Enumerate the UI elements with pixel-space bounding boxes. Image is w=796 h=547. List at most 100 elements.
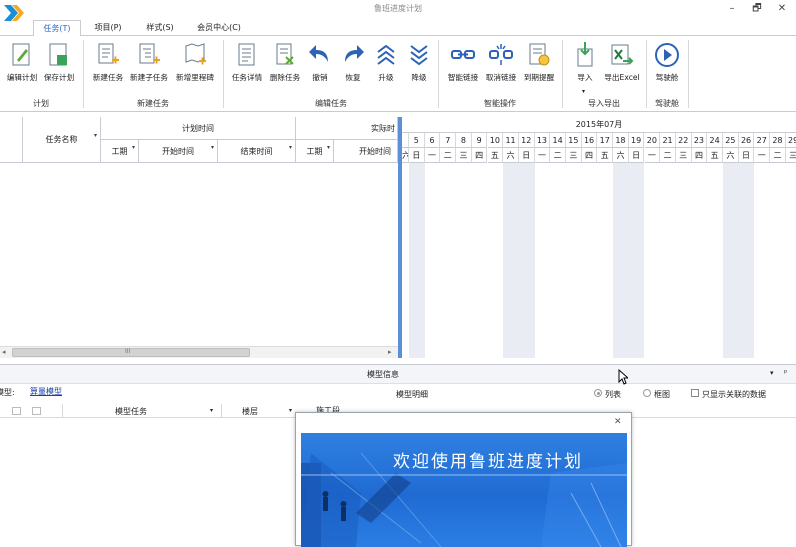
gantt-weekday-cell: 日 <box>518 148 535 163</box>
gantt-weekday-cell: 五 <box>707 148 723 163</box>
col-actual-duration[interactable]: 工期 ▾ <box>296 140 334 163</box>
gantt-weekday-cell: 日 <box>628 148 645 163</box>
scroll-right-icon[interactable]: ▸ <box>388 348 392 356</box>
dropdown-arrow-icon[interactable]: ▾ <box>94 113 97 159</box>
cockpit-button[interactable]: 驾驶舱 <box>648 42 686 88</box>
gantt-weekday-cell: 六 <box>723 148 739 163</box>
weekend-column <box>723 163 739 358</box>
col-divider <box>221 404 222 418</box>
scrollbar-thumb[interactable]: III <box>12 348 250 357</box>
tab-project[interactable]: 项目(P) <box>84 20 132 36</box>
model-label: 模型: <box>0 388 15 397</box>
close-button[interactable]: ✕ <box>770 2 794 16</box>
gantt-day-cell: 5 <box>409 133 425 148</box>
tab-style[interactable]: 样式(S) <box>136 20 184 36</box>
only-related-label: 只显示关联的数据 <box>702 390 766 399</box>
col-model-task[interactable]: 模型任务 <box>115 406 147 417</box>
only-related-checkbox[interactable] <box>691 389 699 397</box>
gantt-day-cell: 23 <box>691 133 708 148</box>
group-label-import-export: 导入导出 <box>588 99 620 108</box>
col-actual-start-time[interactable]: 开始时间 <box>334 140 398 163</box>
col-task-name[interactable]: 任务名称 ▾ <box>23 117 101 163</box>
col-start-time[interactable]: 开始时间 ▾ <box>139 140 218 163</box>
scroll-left-icon[interactable]: ◂ <box>2 348 6 356</box>
gantt-weekday-cell: 一 <box>754 148 771 163</box>
weekend-column <box>409 163 425 358</box>
window-title: 鲁班进度计划 <box>374 4 422 13</box>
group-label-new-task: 新建任务 <box>137 99 169 108</box>
ribbon-tab-bar: 任务(T) 项目(P) 样式(S) 会员中心(C) <box>0 20 796 37</box>
gantt-day-cell: 15 <box>566 133 582 148</box>
task-grid-header: 任务名称 ▾ 计划时间 实际时 工期 ▾ 开始时间 ▾ 结束时间 ▾ 工期 ▾ 开始时间 <box>0 117 398 163</box>
new-subtask-button[interactable]: 新建子任务 <box>130 42 168 88</box>
gantt-day-cell: 18 <box>613 133 629 148</box>
due-reminder-button[interactable]: 到期提醒 <box>520 42 558 88</box>
weekend-column <box>628 163 645 358</box>
col-duration[interactable]: 工期 ▾ <box>101 140 139 163</box>
gantt-day-cell: 12 <box>518 133 535 148</box>
gantt-day-cell: 9 <box>471 133 488 148</box>
horizontal-scrollbar[interactable]: ◂ III ▸ <box>0 346 398 358</box>
dropdown-arrow-icon[interactable]: ▾ <box>132 136 135 159</box>
mouse-cursor-icon <box>618 369 628 385</box>
minimize-button[interactable]: – <box>720 2 744 16</box>
col-group-planned-time: 计划时间 <box>101 117 296 140</box>
new-milestone-icon <box>185 43 206 65</box>
model-toolbar: 模型: 算量模型 模型明细 列表 框图 只显示关联的数据 <box>0 384 796 404</box>
weekend-column <box>518 163 535 358</box>
dropdown-arrow-icon[interactable]: ▾ <box>211 136 214 159</box>
gantt-day-cell: 13 <box>534 133 551 148</box>
dropdown-arrow-icon[interactable]: ▾ <box>327 136 330 159</box>
save-plan-button[interactable]: 保存计划 <box>40 42 78 88</box>
gantt-day-cell <box>402 133 409 148</box>
welcome-dialog: ✕ 欢迎使用鲁班进度计划 <box>295 412 632 547</box>
select-all-checkbox[interactable] <box>32 407 41 415</box>
gantt-day-cell: 27 <box>754 133 771 148</box>
tab-task[interactable]: 任务(T) <box>33 20 81 37</box>
cancel-link-icon <box>489 44 513 65</box>
model-link[interactable]: 算量模型 <box>30 386 62 397</box>
tab-member-center[interactable]: 会员中心(C) <box>188 20 250 36</box>
gantt-weekday-cell: 四 <box>581 148 598 163</box>
gantt-day-cell: 22 <box>675 133 692 148</box>
export-excel-button[interactable]: 导出Excel <box>603 42 641 88</box>
gantt-weekday-cell: 二 <box>660 148 676 163</box>
weekend-column <box>738 163 755 358</box>
panel-menu-icon[interactable]: ▾ <box>770 369 774 377</box>
gantt-day-cell: 16 <box>581 133 598 148</box>
gantt-weekday-cell: 二 <box>770 148 786 163</box>
gantt-day-cell: 28 <box>770 133 786 148</box>
new-task-icon <box>98 43 119 64</box>
gantt-weekday-cell: 二 <box>550 148 566 163</box>
col-floor[interactable]: 楼层 <box>242 406 258 417</box>
import-dropdown-icon[interactable]: ▾ <box>582 88 585 95</box>
restore-button[interactable]: 🗗 <box>745 2 769 16</box>
dropdown-arrow-icon[interactable]: ▾ <box>289 407 292 414</box>
gantt-weekday-cell: 三 <box>566 148 582 163</box>
radio-box[interactable] <box>643 389 651 397</box>
new-milestone-button[interactable]: 新增里程碑 <box>176 42 214 88</box>
dropdown-arrow-icon[interactable]: ▾ <box>289 136 292 159</box>
gantt-day-cell: 17 <box>597 133 614 148</box>
gantt-weekday-cell: 五 <box>487 148 504 163</box>
gantt-weekday-cell: 日 <box>409 148 425 163</box>
dialog-close-button[interactable]: ✕ <box>614 417 622 427</box>
demote-icon <box>410 45 428 66</box>
gantt-weekday-cell: 二 <box>440 148 457 163</box>
pin-icon[interactable]: ᵖ <box>784 368 787 377</box>
gantt-day-cell: 14 <box>550 133 566 148</box>
gantt-day-cell: 25 <box>723 133 739 148</box>
gantt-weekday-cell: 三 <box>456 148 472 163</box>
col-group-actual-time: 实际时 <box>296 117 398 140</box>
col-end-time[interactable]: 结束时间 ▾ <box>218 140 296 163</box>
gantt-weekday-cell: 一 <box>424 148 441 163</box>
promote-icon <box>377 44 395 65</box>
dropdown-arrow-icon[interactable]: ▾ <box>210 407 213 414</box>
smart-link-icon <box>451 50 475 59</box>
model-info-panel-header: 模型信息 ▾ ᵖ <box>0 364 796 384</box>
welcome-banner: 欢迎使用鲁班进度计划 <box>301 433 627 547</box>
row-selector-header <box>0 117 23 163</box>
gantt-day-cell: 21 <box>660 133 676 148</box>
radio-list[interactable] <box>594 389 602 397</box>
gantt-weekday-cell: 五 <box>597 148 614 163</box>
